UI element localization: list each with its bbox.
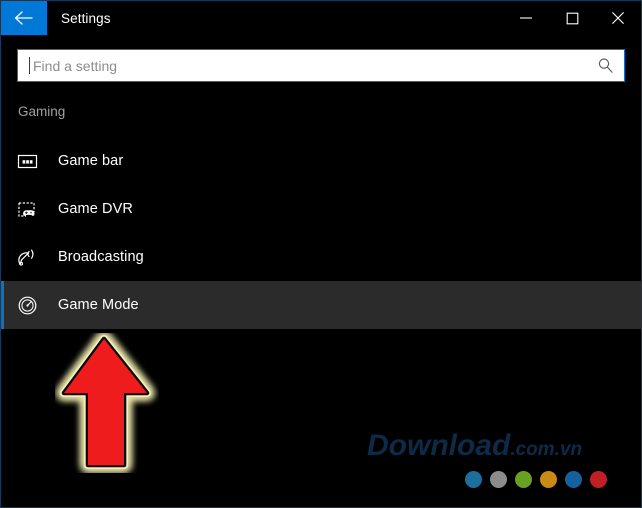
back-arrow-icon — [13, 10, 35, 26]
page-title: Settings — [61, 10, 111, 26]
nav-item-label: Game DVR — [58, 201, 133, 217]
dot-blue — [565, 471, 582, 488]
game-dvr-icon — [16, 198, 38, 220]
navigation-pane: Gaming Game bar Game DVR Broadcasting Ga… — [1, 101, 641, 329]
watermark-suffix-text: .com.vn — [510, 439, 583, 460]
nav-list: Game bar Game DVR Broadcasting Game Mode — [1, 137, 641, 329]
nav-item-label: Game bar — [58, 153, 124, 169]
watermark: Download .com.vn — [367, 429, 582, 463]
selection-accent-bar — [1, 137, 4, 185]
dot-green — [515, 471, 532, 488]
title-bar: Settings — [1, 1, 641, 35]
nav-item-game-bar[interactable]: Game bar — [1, 137, 641, 185]
broadcasting-icon — [16, 246, 38, 268]
maximize-button[interactable] — [549, 1, 595, 35]
game-mode-icon — [16, 294, 38, 316]
selection-accent-bar — [1, 281, 4, 329]
dot-gray — [490, 471, 507, 488]
minimize-button[interactable] — [503, 1, 549, 35]
nav-item-broadcasting[interactable]: Broadcasting — [1, 233, 641, 281]
nav-item-label: Broadcasting — [58, 249, 144, 265]
watermark-main-text: Download — [367, 429, 511, 462]
nav-item-label: Game Mode — [58, 297, 139, 313]
search-icon[interactable] — [597, 57, 624, 74]
minimize-icon — [519, 12, 533, 24]
maximize-icon — [566, 12, 579, 25]
search-box[interactable] — [17, 49, 625, 82]
nav-item-game-dvr[interactable]: Game DVR — [1, 185, 641, 233]
back-button[interactable] — [1, 1, 47, 35]
nav-item-game-mode[interactable]: Game Mode — [1, 281, 641, 329]
annotation-arrow-up — [55, 333, 159, 473]
search-row — [1, 35, 641, 82]
game-bar-icon — [16, 150, 38, 172]
color-dot-row — [465, 471, 607, 488]
close-button[interactable] — [595, 1, 641, 35]
search-input[interactable] — [30, 51, 597, 80]
selection-accent-bar — [1, 185, 4, 233]
dot-teal — [465, 471, 482, 488]
selection-accent-bar — [1, 233, 4, 281]
dot-red — [590, 471, 607, 488]
dot-orange — [540, 471, 557, 488]
section-header-gaming: Gaming — [18, 104, 66, 119]
settings-window: Settings Find a setting Gaming Game bar … — [0, 0, 642, 508]
close-icon — [611, 11, 625, 25]
